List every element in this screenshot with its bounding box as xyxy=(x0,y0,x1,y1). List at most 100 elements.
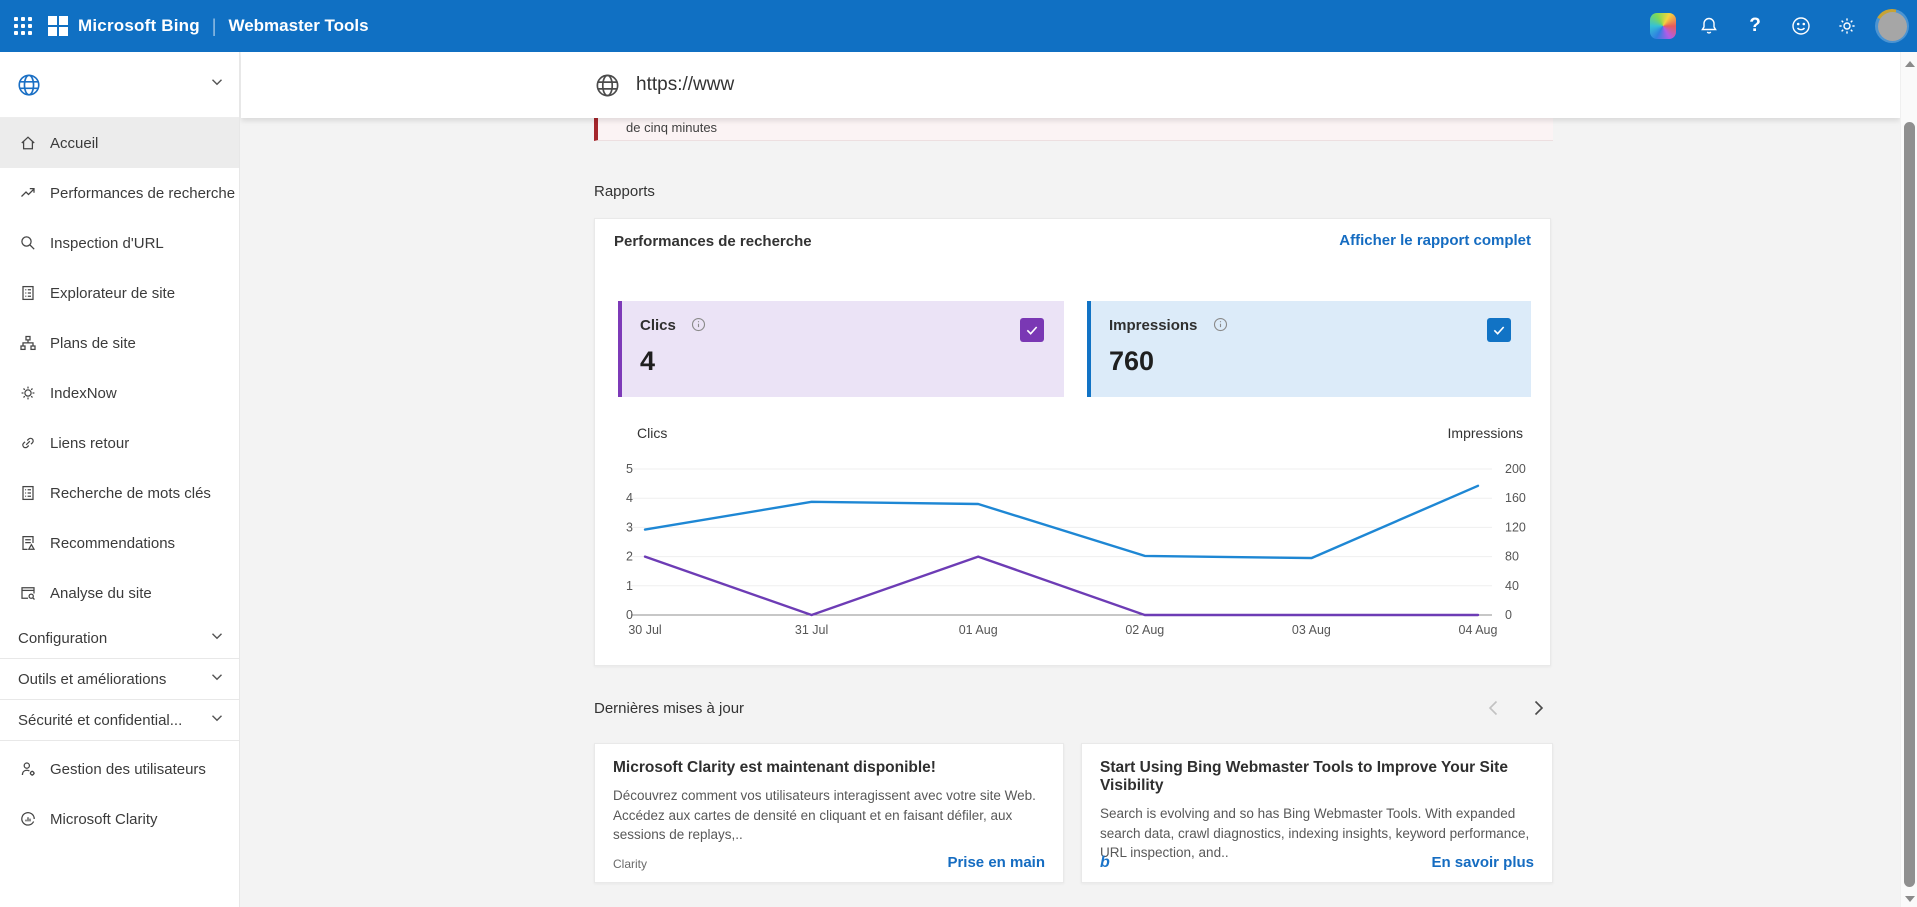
scroll-up-arrow[interactable] xyxy=(1905,61,1915,67)
sidebar-item-gestion-utilisateurs[interactable]: Gestion des utilisateurs xyxy=(0,744,239,794)
sidebar-item-plans-de-site[interactable]: Plans de site xyxy=(0,318,239,368)
site-url: https://www xyxy=(636,74,734,96)
settings-button[interactable] xyxy=(1829,8,1865,44)
avatar xyxy=(1878,12,1907,41)
sidebar-item-label: Performances de recherche xyxy=(50,185,235,202)
sidebar-item-inspection-url[interactable]: Inspection d'URL xyxy=(0,218,239,268)
sidebar-item-performances[interactable]: Performances de recherche xyxy=(0,168,239,218)
sidebar-item-liens-retour[interactable]: Liens retour xyxy=(0,418,239,468)
globe-icon xyxy=(594,72,621,99)
update-footer: b En savoir plus xyxy=(1100,854,1534,871)
sidebar-item-label: Gestion des utilisateurs xyxy=(50,761,206,778)
left-axis-label: Clics xyxy=(637,425,667,441)
clarity-icon xyxy=(19,810,37,828)
sidebar-item-analyse-du-site[interactable]: Analyse du site xyxy=(0,568,239,618)
get-started-link[interactable]: Prise en main xyxy=(947,854,1045,871)
site-header: https://www xyxy=(241,52,1900,118)
sidebar-section-configuration[interactable]: Configuration xyxy=(0,618,239,659)
sidebar-item-indexnow[interactable]: IndexNow xyxy=(0,368,239,418)
svg-text:0: 0 xyxy=(1505,608,1512,622)
chevron-down-icon xyxy=(209,628,225,648)
product-name: Webmaster Tools xyxy=(228,16,368,36)
alert-text: de cinq minutes xyxy=(598,118,1553,135)
clicks-metric-tile[interactable]: Clics 4 xyxy=(618,301,1064,397)
impressions-checkbox[interactable] xyxy=(1487,318,1511,342)
feedback-button[interactable] xyxy=(1783,8,1819,44)
clicks-checkbox[interactable] xyxy=(1020,318,1044,342)
section-label: Configuration xyxy=(18,630,107,647)
performance-chart[interactable]: 0123450408012016020030 Jul31 Jul01 Aug02… xyxy=(611,446,1541,641)
sidebar-section-securite[interactable]: Sécurité et confidential... xyxy=(0,700,239,741)
sidebar-item-microsoft-clarity[interactable]: Microsoft Clarity xyxy=(0,794,239,844)
scroll-down-arrow[interactable] xyxy=(1905,896,1915,902)
sidebar-nav: Accueil Performances de recherche Inspec… xyxy=(0,118,239,618)
search-icon xyxy=(19,234,37,252)
sidebar-item-label: Explorateur de site xyxy=(50,285,175,302)
vertical-scrollbar xyxy=(1900,52,1917,907)
topbar-actions: ? xyxy=(1645,8,1917,44)
update-body: Découvrez comment vos utilisateurs inter… xyxy=(613,786,1045,845)
copilot-button[interactable] xyxy=(1645,8,1681,44)
metric-value: 4 xyxy=(640,346,1046,377)
notifications-button[interactable] xyxy=(1691,8,1727,44)
site-selector[interactable] xyxy=(0,52,239,118)
svg-text:31 Jul: 31 Jul xyxy=(795,623,828,637)
carousel-prev-button[interactable] xyxy=(1481,696,1507,722)
account-button[interactable] xyxy=(1875,9,1909,43)
update-card-clarity: Microsoft Clarity est maintenant disponi… xyxy=(594,743,1064,883)
sidebar-item-accueil[interactable]: Accueil xyxy=(0,118,239,168)
sidebar-item-label: Analyse du site xyxy=(50,585,152,602)
info-icon[interactable] xyxy=(1213,317,1228,337)
info-icon[interactable] xyxy=(691,317,706,337)
bell-icon xyxy=(1698,15,1720,37)
learn-more-link[interactable]: En savoir plus xyxy=(1431,854,1534,871)
sidebar-item-label: Plans de site xyxy=(50,335,136,352)
metric-value: 760 xyxy=(1109,346,1513,377)
chevron-down-icon xyxy=(209,74,225,95)
sidebar-item-label: Liens retour xyxy=(50,435,129,452)
svg-text:40: 40 xyxy=(1505,579,1519,593)
sidebar-item-label: Recherche de mots clés xyxy=(50,485,211,502)
topbar-left: Microsoft Bing | Webmaster Tools xyxy=(0,0,369,52)
view-full-report-link[interactable]: Afficher le rapport complet xyxy=(1339,232,1531,249)
keywords-icon xyxy=(19,484,37,502)
section-label: Sécurité et confidential... xyxy=(18,712,182,729)
update-source: Clarity xyxy=(613,857,647,871)
sidebar-item-recommendations[interactable]: Recommendations xyxy=(0,518,239,568)
smiley-icon xyxy=(1790,15,1812,37)
reports-section-title: Rapports xyxy=(594,183,655,200)
sidebar-section-outils[interactable]: Outils et améliorations xyxy=(0,659,239,700)
svg-text:5: 5 xyxy=(626,462,633,476)
svg-text:3: 3 xyxy=(626,520,633,534)
scrollbar-thumb[interactable] xyxy=(1904,122,1915,887)
svg-text:120: 120 xyxy=(1505,520,1526,534)
sidebar-item-mots-cles[interactable]: Recherche de mots clés xyxy=(0,468,239,518)
svg-text:200: 200 xyxy=(1505,462,1526,476)
sitemap-icon xyxy=(19,334,37,352)
help-icon: ? xyxy=(1749,15,1761,37)
chevron-down-icon xyxy=(209,710,225,730)
chevron-down-icon xyxy=(209,669,225,689)
card-title: Performances de recherche xyxy=(614,233,812,250)
sidebar-item-explorateur[interactable]: Explorateur de site xyxy=(0,268,239,318)
svg-text:80: 80 xyxy=(1505,550,1519,564)
impressions-metric-tile[interactable]: Impressions 760 xyxy=(1087,301,1531,397)
app-launcher-button[interactable] xyxy=(0,0,46,52)
copilot-icon xyxy=(1650,13,1676,39)
svg-text:02 Aug: 02 Aug xyxy=(1125,623,1164,637)
trend-icon xyxy=(19,184,37,202)
updates-section-title: Dernières mises à jour xyxy=(594,700,744,717)
microsoft-logo-icon xyxy=(48,16,68,36)
carousel-next-button[interactable] xyxy=(1525,696,1551,722)
right-axis-label: Impressions xyxy=(1448,425,1523,441)
sidebar: Accueil Performances de recherche Inspec… xyxy=(0,52,240,907)
svg-text:0: 0 xyxy=(626,608,633,622)
recommendations-icon xyxy=(19,534,37,552)
sidebar-item-label: IndexNow xyxy=(50,385,117,402)
help-button[interactable]: ? xyxy=(1737,8,1773,44)
metric-label: Impressions xyxy=(1109,317,1197,334)
bing-webmaster-tools-home: Microsoft Bing | Webmaster Tools ? xyxy=(0,0,1917,907)
gear-icon xyxy=(19,384,37,402)
user-gear-icon xyxy=(19,760,37,778)
brand-name: Microsoft Bing xyxy=(78,16,200,36)
